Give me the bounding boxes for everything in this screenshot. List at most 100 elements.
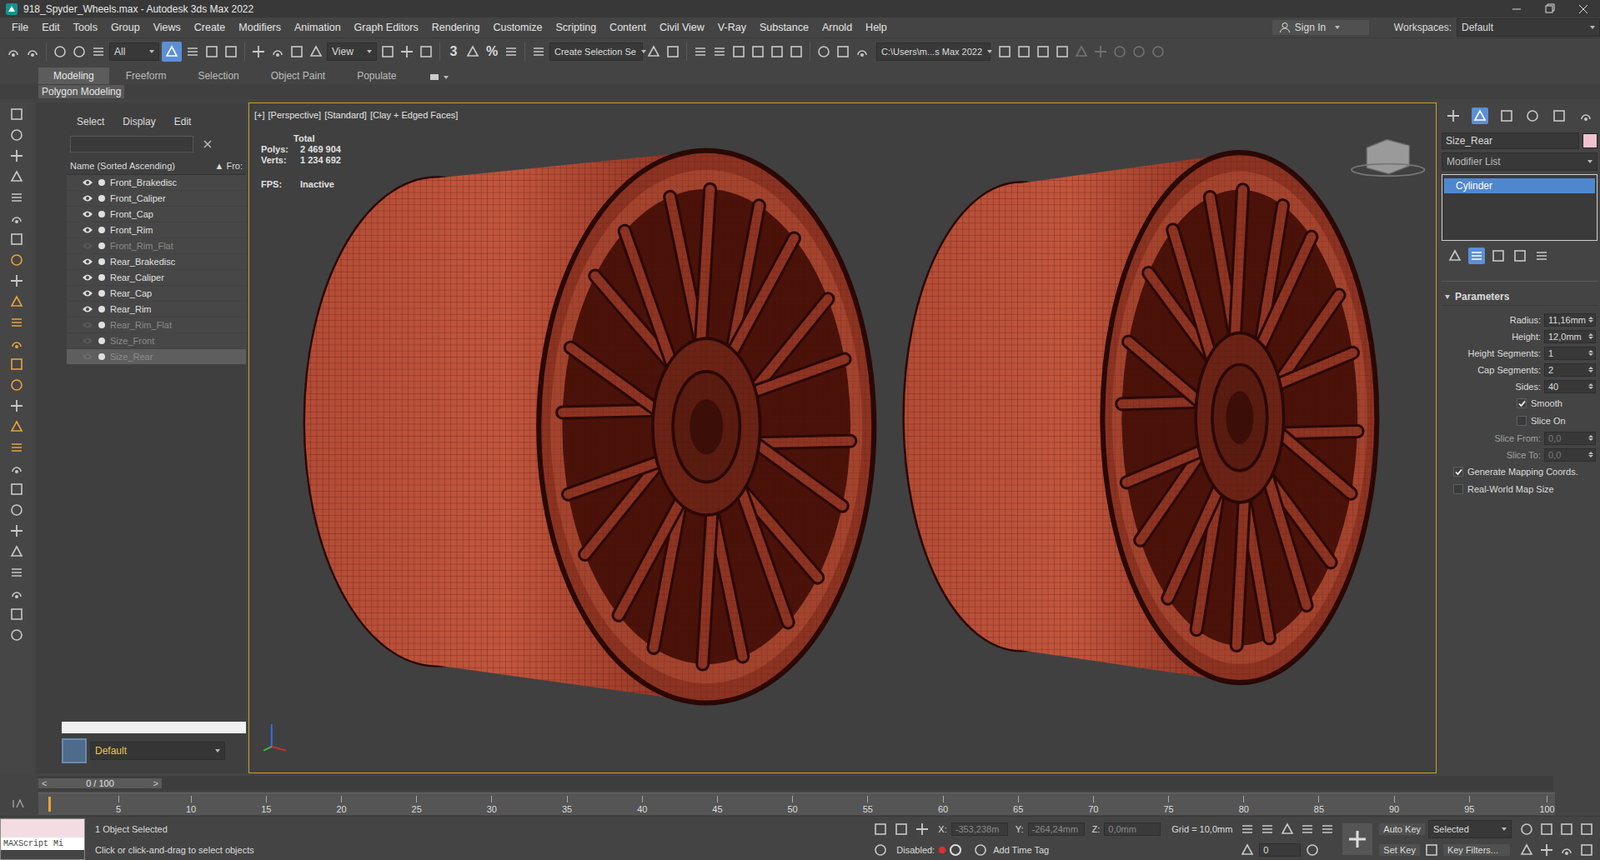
key-filter-icon[interactable] xyxy=(1423,842,1440,859)
create-tool-icon[interactable] xyxy=(8,293,26,311)
object-name-field[interactable]: Size_Rear xyxy=(1441,132,1580,150)
create-tool-icon[interactable] xyxy=(8,147,26,165)
parameter-spinner[interactable]: Slice To: 0,0 xyxy=(1443,447,1596,462)
maximize-viewport-icon[interactable] xyxy=(1578,842,1595,859)
zoom-icon[interactable] xyxy=(1518,821,1535,838)
menu-item[interactable]: Content xyxy=(602,21,653,34)
menu-item[interactable]: Civil View xyxy=(652,21,712,34)
zoom-extents-icon[interactable] xyxy=(1558,821,1575,838)
clear-search-icon[interactable] xyxy=(201,138,214,151)
rendered-frame-icon[interactable] xyxy=(834,43,852,61)
menu-item[interactable]: Views xyxy=(146,21,188,34)
curve-editor-icon[interactable] xyxy=(749,43,767,61)
visibility-eye-icon[interactable] xyxy=(81,194,94,203)
minimize-icon[interactable] xyxy=(1499,0,1534,18)
visibility-eye-icon[interactable] xyxy=(81,225,94,235)
viewport-label[interactable]: [Standard] xyxy=(324,110,367,121)
reference-coordinate-dropdown[interactable]: View xyxy=(326,42,377,61)
dot-extra-icon[interactable] xyxy=(1111,43,1129,61)
go-to-start-icon[interactable] xyxy=(1238,821,1256,838)
viewcube-icon[interactable] xyxy=(1351,139,1425,176)
info-icon[interactable] xyxy=(949,844,962,857)
material-editor-icon[interactable] xyxy=(787,43,805,61)
undo-icon[interactable] xyxy=(5,43,22,61)
key-mode-icon[interactable] xyxy=(1238,842,1256,859)
pan-extra-icon[interactable] xyxy=(1092,43,1109,61)
visibility-eye-icon[interactable] xyxy=(81,289,94,298)
display-tab-icon[interactable] xyxy=(1550,107,1568,125)
zoom-all-icon[interactable] xyxy=(1538,821,1555,838)
create-tab-icon[interactable] xyxy=(1444,107,1462,125)
ribbon-tab[interactable]: Selection xyxy=(182,67,254,85)
menu-item[interactable]: Help xyxy=(858,21,894,34)
visibility-eye-icon[interactable] xyxy=(81,336,94,346)
scene-object-row[interactable]: Front_Rim xyxy=(66,222,246,239)
dot-extra-icon[interactable] xyxy=(1149,43,1167,61)
frozen-column-header[interactable]: ▲ Fro: xyxy=(215,160,244,171)
spinner-snap-icon[interactable] xyxy=(502,43,520,61)
bind-space-warp-icon[interactable] xyxy=(90,43,107,61)
previous-key-icon[interactable] xyxy=(1258,821,1276,838)
close-icon[interactable] xyxy=(1566,0,1600,18)
menu-item[interactable]: Create xyxy=(187,21,233,34)
menu-item[interactable]: Substance xyxy=(752,21,816,34)
project-save-icon[interactable] xyxy=(1053,43,1071,61)
menu-item[interactable]: File xyxy=(5,21,36,34)
create-tool-icon[interactable] xyxy=(8,189,26,206)
isolate-icon[interactable] xyxy=(872,821,889,838)
render-setup-icon[interactable] xyxy=(815,43,833,61)
time-config-icon[interactable] xyxy=(1304,842,1321,859)
modifier-stack-item[interactable]: Cylinder xyxy=(1444,178,1595,194)
modify-tab-icon[interactable] xyxy=(1471,107,1489,125)
mirror-icon[interactable] xyxy=(645,43,663,61)
select-by-name-icon[interactable] xyxy=(184,43,201,61)
create-tool-icon[interactable] xyxy=(8,168,26,186)
viewport-label[interactable]: [+] xyxy=(254,110,266,121)
dot-extra-icon[interactable] xyxy=(1130,43,1148,61)
set-key-button[interactable]: Set Key xyxy=(1379,844,1420,857)
motion-tab-icon[interactable] xyxy=(1524,107,1541,125)
configure-sets-icon[interactable] xyxy=(1533,247,1550,265)
ribbon-tab[interactable]: Object Paint xyxy=(255,67,341,85)
next-frame-button[interactable]: > xyxy=(153,778,159,789)
unlink-icon[interactable] xyxy=(70,43,88,61)
explorer-menu[interactable]: Select xyxy=(70,114,111,130)
visibility-eye-icon[interactable] xyxy=(81,241,94,251)
visibility-eye-icon[interactable] xyxy=(81,210,94,219)
scene-object-row[interactable]: Front_Caliper xyxy=(66,190,246,207)
named-selection-dropdown[interactable]: Create Selection Se xyxy=(549,42,643,61)
restore-icon[interactable] xyxy=(1533,0,1567,18)
visibility-eye-icon[interactable] xyxy=(81,257,94,266)
field-of-view-icon[interactable] xyxy=(1518,842,1535,859)
create-tool-icon[interactable] xyxy=(8,501,26,519)
add-time-tag[interactable]: Add Time Tag xyxy=(993,845,1049,856)
menu-item[interactable]: Group xyxy=(104,21,147,34)
create-tool-icon[interactable] xyxy=(8,460,26,477)
wheel-model[interactable] xyxy=(305,150,874,704)
coordinate-field[interactable]: 0,0mm xyxy=(1103,822,1161,837)
create-tool-icon[interactable] xyxy=(8,230,26,248)
schematic-view-icon[interactable] xyxy=(768,43,786,61)
create-tool-icon[interactable] xyxy=(8,585,26,602)
menu-item[interactable]: Modifiers xyxy=(231,21,288,34)
snap-toggle[interactable]: 3 xyxy=(445,44,462,60)
pin-stack-icon[interactable] xyxy=(1446,247,1464,265)
visibility-eye-icon[interactable] xyxy=(81,352,94,362)
modifier-list-dropdown[interactable]: Modifier List xyxy=(1441,152,1598,171)
show-end-result-icon[interactable] xyxy=(1468,247,1485,265)
create-tool-icon[interactable] xyxy=(8,481,26,498)
scene-explorer-icon[interactable] xyxy=(692,43,709,61)
disabled-status-icon[interactable] xyxy=(938,847,946,854)
window-crossing-icon[interactable] xyxy=(222,43,240,61)
layer-color-icon[interactable] xyxy=(61,738,87,764)
place-icon[interactable] xyxy=(307,43,325,61)
create-tool-icon[interactable] xyxy=(8,439,26,457)
explorer-menu[interactable]: Display xyxy=(115,114,162,130)
adaptive-degradation-icon[interactable] xyxy=(872,842,889,859)
parameter-checkbox[interactable]: Real-World Map Size xyxy=(1443,481,1596,497)
parameter-checkbox[interactable]: Smooth xyxy=(1443,396,1596,412)
name-column-header[interactable]: Name (Sorted Ascending) xyxy=(70,160,176,171)
menu-item[interactable]: Rendering xyxy=(425,21,487,34)
ribbon-options-icon[interactable] xyxy=(430,74,449,85)
time-track[interactable]: 5101520253035404550556065707580859095100 xyxy=(38,792,1555,816)
